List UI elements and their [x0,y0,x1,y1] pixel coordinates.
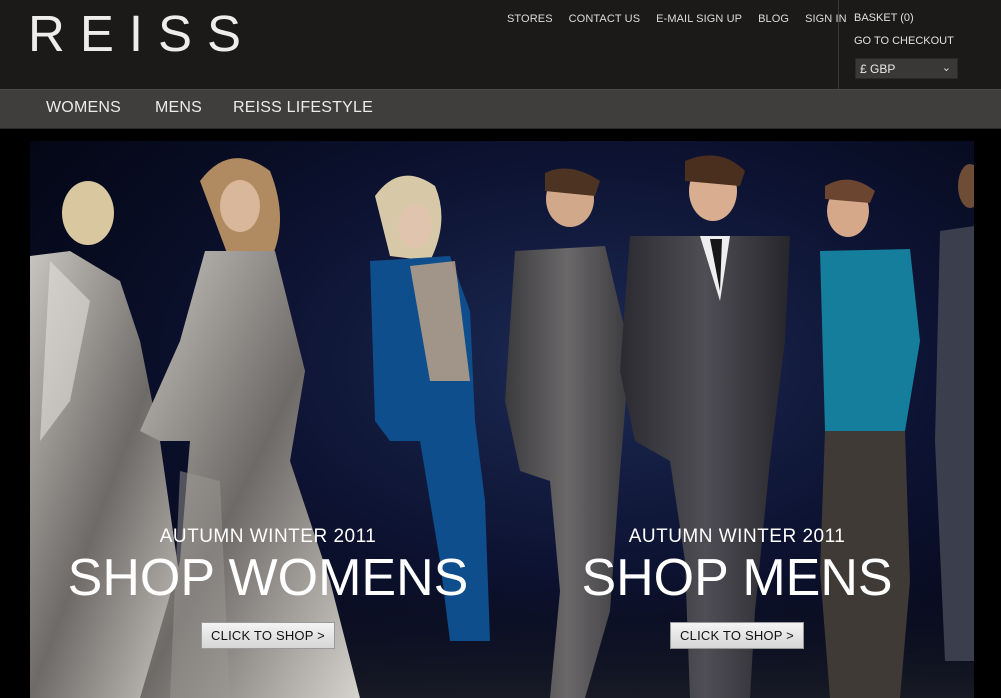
promo-mens: AUTUMN WINTER 2011 SHOP MENS CLICK TO SH… [522,526,952,649]
currency-selected-value: £ GBP [860,62,896,76]
utility-nav: STORES CONTACT US E-MAIL SIGN UP BLOG SI… [500,12,863,28]
chevron-down-icon: ⌄ [941,62,951,74]
utility-link-email-signup[interactable]: E-MAIL SIGN UP [656,12,742,28]
account-panel: BASKET (0) GO TO CHECKOUT £ GBP ⌄ [838,0,1001,89]
page: REISS STORES CONTACT US E-MAIL SIGN UP B… [0,0,1001,698]
promo-womens-season: AUTUMN WINTER 2011 [159,526,377,547]
hero-banner: AUTUMN WINTER 2011 SHOP WOMENS CLICK TO … [30,141,974,698]
utility-link-contact-us[interactable]: CONTACT US [569,12,641,28]
reiss-logo[interactable]: REISS [28,6,256,62]
currency-select[interactable]: £ GBP ⌄ [855,58,958,79]
checkout-link[interactable]: GO TO CHECKOUT [854,35,954,47]
promo-mens-headline[interactable]: SHOP MENS [522,548,952,608]
promo-mens-season: AUTUMN WINTER 2011 [628,526,846,547]
utility-link-blog[interactable]: BLOG [758,12,789,28]
utility-link-stores[interactable]: STORES [507,12,553,28]
basket-link[interactable]: BASKET (0) [854,12,914,24]
main-nav-womens[interactable]: WOMENS [46,99,121,117]
shop-womens-button[interactable]: CLICK TO SHOP > [201,622,335,649]
main-nav-reiss-lifestyle[interactable]: REISS LIFESTYLE [233,99,373,117]
promo-womens: AUTUMN WINTER 2011 SHOP WOMENS CLICK TO … [48,526,488,649]
site-header: REISS STORES CONTACT US E-MAIL SIGN UP B… [0,0,1001,89]
promo-womens-headline[interactable]: SHOP WOMENS [48,548,488,608]
main-nav: WOMENS MENS REISS LIFESTYLE [0,89,1001,129]
shop-mens-button[interactable]: CLICK TO SHOP > [670,622,804,649]
main-nav-mens[interactable]: MENS [155,99,202,117]
